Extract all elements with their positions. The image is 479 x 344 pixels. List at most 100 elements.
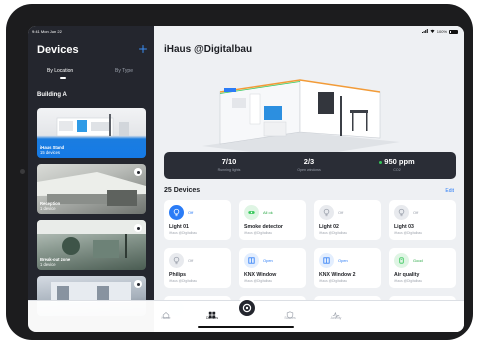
device-card-knx-window[interactable]: Open KNX Window iHaus @Digitalbau [239,248,306,288]
tab-home[interactable]: Home [148,306,184,320]
device-name: Light 02 [319,224,339,230]
device-status: All ok [263,210,273,215]
stat-value: 7/10 [221,157,237,166]
stat-label: CO2 [393,168,401,172]
battery-percent: 100% [436,29,447,34]
sidebar: Devices By Location By Type Building A i… [28,26,154,332]
device-status: Off [188,210,194,215]
device-card-light-03[interactable]: Off Light 03 iHaus @Digitalbau [389,200,456,240]
front-camera [20,169,25,174]
stat-value: 950 ppm [384,157,415,166]
smoke-detector-icon [244,205,259,220]
room-name: Break-out zone [40,256,71,262]
bulb-icon [319,205,334,220]
device-card-light-02[interactable]: Off Light 02 iHaus @Digitalbau [314,200,381,240]
device-location: iHaus @Digitalbau [169,279,198,283]
page-title: iHaus @Digitalbau [164,44,253,55]
tablet-frame: 9:41 Mon Jun 22 100% Devices By Location… [6,4,473,340]
room-name: Reception [40,200,61,206]
tab-label: Devices [205,316,219,320]
ihaus-logo-icon [242,303,252,313]
status-time: 9:41 Mon Jun 22 [32,29,62,34]
add-device-button[interactable] [139,41,147,56]
device-status: Off [338,210,344,215]
devices-heading: 25 Devices [164,187,201,194]
device-card-air-quality[interactable]: Good Air quality iHaus @Digitalbau [389,248,456,288]
room-count: 1 device [40,261,56,267]
room-caption: Break-out zone 1 device [40,257,70,268]
device-card-light-01[interactable]: Off Light 01 iHaus @Digitalbau [164,200,231,240]
air-quality-icon [394,253,409,268]
device-location: iHaus @Digitalbau [394,231,423,235]
device-name: Philips [169,272,187,278]
screen: 9:41 Mon Jun 22 100% Devices By Location… [28,26,464,332]
bulb-icon [169,205,184,220]
stat-open-windows: 2/3 Open windows [264,157,354,172]
device-location: iHaus @Digitalbau [319,279,348,283]
device-status: Good [413,258,423,263]
room-status-badge [134,168,142,176]
status-bar: 9:41 Mon Jun 22 100% [28,26,464,36]
device-name: Smoke detector [244,224,283,230]
battery-icon [449,29,458,34]
edit-button[interactable]: Edit [445,188,454,194]
device-status: Off [413,210,419,215]
window-icon [244,253,259,268]
room-card-reception[interactable]: Reception 1 device [37,164,146,214]
stand-illustration [190,66,408,164]
room-count: 15 devices [40,149,61,155]
summary-bar: 7/10 Running lights 2/3 Open windows 950… [164,152,456,179]
plus-icon [139,45,147,53]
device-card-knx-window-2[interactable]: Open KNX Window 2 iHaus @Digitalbau [314,248,381,288]
device-status: Off [188,258,194,263]
room-status-badge [134,280,142,288]
bulb-icon [394,205,409,220]
section-heading: Building A [37,92,67,98]
status-dot-icon [379,160,383,164]
device-status: Open [263,258,273,263]
device-location: iHaus @Digitalbau [169,231,198,235]
stat-running-lights: 7/10 Running lights [184,157,274,172]
stat-value: 2/3 [303,157,315,166]
room-status-badge [134,224,142,232]
device-name: KNX Window [244,272,277,278]
room-name: iHaus Stand [40,144,65,150]
stat-co2: 950 ppm CO2 [352,157,442,172]
tab-label: Home [161,316,171,320]
wifi-icon [430,29,435,34]
activity-icon [332,306,340,318]
device-name: Light 01 [169,224,189,230]
device-name: Air quality [394,272,420,278]
home-icon [162,306,170,319]
room-card-ihaus-stand[interactable]: iHaus Stand 15 devices [37,108,146,158]
sidebar-tabs: By Location By Type [28,66,154,80]
tab-indicator [60,77,66,79]
device-name: Light 03 [394,224,414,230]
room-card-break-out-zone[interactable]: Break-out zone 1 device [37,220,146,270]
device-location: iHaus @Digitalbau [394,279,423,283]
window-icon [319,253,334,268]
bulb-icon [169,253,184,268]
room-caption: Reception 1 device [40,201,60,212]
tab-devices[interactable]: Devices [194,306,230,320]
main-panel: iHaus @Digitalbau 7/10 Running lights 2/… [154,26,464,332]
device-card-smoke-detector[interactable]: All ok Smoke detector iHaus @Digitalbau [239,200,306,240]
home-indicator [198,326,294,328]
device-location: iHaus @Digitalbau [319,231,348,235]
device-location: iHaus @Digitalbau [244,279,273,283]
status-indicators: 100% [421,29,458,34]
device-status: Open [338,258,348,263]
device-name: KNX Window 2 [319,272,356,278]
tab-by-type[interactable]: By Type [115,68,133,74]
sidebar-title: Devices [37,44,79,56]
stat-label: Open windows [297,168,321,172]
ihaus-logo-button[interactable] [237,298,257,318]
tab-scenes[interactable]: Scenes [272,306,308,320]
device-card-philips[interactable]: Off Philips iHaus @Digitalbau [164,248,231,288]
tab-label: Activity [330,316,342,320]
stat-label: Running lights [217,168,241,172]
tab-by-location[interactable]: By Location [47,68,73,74]
device-location: iHaus @Digitalbau [244,231,273,235]
signal-icon [421,29,428,34]
tab-activity[interactable]: Activity [318,306,354,320]
